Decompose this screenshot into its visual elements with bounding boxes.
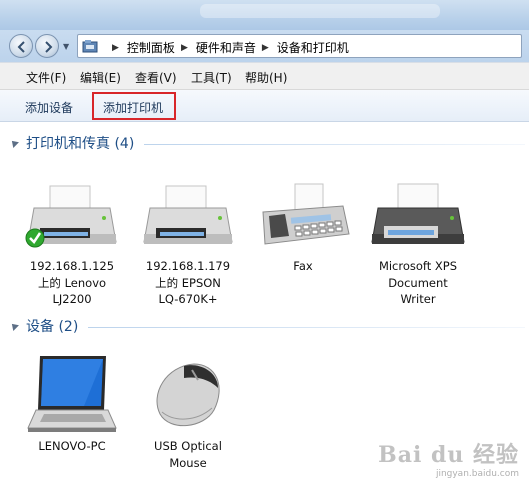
breadcrumb: ▶ 控制面板 ▶ 硬件和声音 ▶ 设备和打印机 [106,39,349,56]
chevron-right-icon[interactable]: ▶ [262,43,269,53]
device-label: 上的 EPSON [155,275,221,290]
printer-icon [371,183,465,244]
device-item[interactable]: 192.168.1.179 上的 EPSON LQ-670K+ [138,182,238,308]
add-device-button[interactable]: 添加设备 [25,99,73,116]
address-row: ▼ ▶ 控制面板 ▶ 硬件和声音 ▶ 设备和打印机 [0,30,529,62]
device-item[interactable]: 192.168.1.125 上的 Lenovo LJ2200 [22,182,122,308]
device-label: Writer [400,292,436,306]
printer-icon [25,185,117,248]
group-header-devices[interactable]: 设备 (2) [9,316,525,336]
device-label: LENOVO-PC [38,439,106,453]
divider [88,327,525,328]
crumb-hardware-sound[interactable]: 硬件和声音 [196,39,256,56]
mouse-icon [156,363,220,427]
menu-edit[interactable]: 编辑(E) [80,69,121,86]
device-item[interactable]: LENOVO-PC [22,352,122,455]
menu-bar: 文件(F) 编辑(E) 查看(V) 工具(T) 帮助(H) [0,62,529,90]
group-title: 设备 (2) [26,319,79,335]
address-bar[interactable]: ▶ 控制面板 ▶ 硬件和声音 ▶ 设备和打印机 [77,34,522,58]
watermark-logo: Bai du 经验 [378,442,519,468]
device-item[interactable]: Fax [253,182,353,275]
printer-icon [143,185,233,244]
watermark-url: jingyan.baidu.com [435,469,519,479]
chevron-right-icon[interactable]: ▶ [112,43,119,53]
device-label: LQ-670K+ [158,292,218,306]
fax-icon [262,183,350,245]
menu-help[interactable]: 帮助(H) [245,69,287,86]
group-title: 打印机和传真 (4) [26,136,135,152]
device-label: LJ2200 [52,292,92,306]
back-button[interactable] [9,34,33,58]
device-label: 192.168.1.125 [29,259,115,273]
device-label: 192.168.1.179 [145,259,231,273]
chevron-right-icon[interactable]: ▶ [181,43,188,53]
default-check-icon [25,228,45,248]
watermark: Bai du 经验 jingyan.baidu.com [378,437,519,479]
crumb-control-panel[interactable]: 控制面板 [127,39,175,56]
arrow-left-icon [17,41,25,53]
highlight-box [92,92,176,120]
group-header-printers[interactable]: 打印机和传真 (4) [9,133,525,153]
history-dropdown-icon[interactable]: ▼ [63,42,69,51]
collapse-triangle-icon[interactable] [9,138,19,148]
device-label: USB Optical [154,439,222,453]
menu-view[interactable]: 查看(V) [135,69,177,86]
menu-file[interactable]: 文件(F) [26,69,66,86]
divider [144,144,525,145]
control-panel-icon [82,40,98,53]
forward-button[interactable] [35,34,59,58]
collapse-triangle-icon[interactable] [9,321,19,331]
devices-view: 打印机和传真 (4) 192.168.1.125 上的 Lenovo LJ220… [0,122,529,485]
device-label: Mouse [169,455,207,470]
device-label: Microsoft XPS [378,259,458,273]
window-titlebar [0,0,529,30]
arrow-right-icon [45,41,53,53]
device-label: 上的 Lenovo [37,275,107,290]
device-label: Fax [293,259,313,273]
laptop-icon [27,356,117,432]
device-item[interactable]: USB Optical Mouse [138,352,238,471]
titlebar-glass [200,4,440,18]
command-bar: 添加设备 添加打印机 [0,90,529,122]
crumb-devices-printers[interactable]: 设备和打印机 [277,39,349,56]
menu-tools[interactable]: 工具(T) [191,69,232,86]
device-item[interactable]: Microsoft XPS Document Writer [368,182,468,308]
device-label: Document [388,275,448,290]
